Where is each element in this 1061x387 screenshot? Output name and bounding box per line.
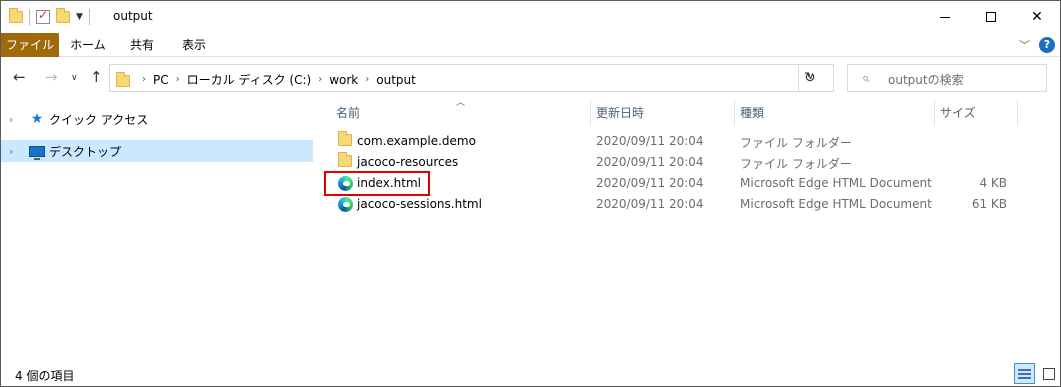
column-divider[interactable] xyxy=(934,100,935,126)
breadcrumb-local-disk[interactable]: ローカル ディスク (C:) xyxy=(184,71,315,88)
breadcrumb-work[interactable]: work xyxy=(326,73,361,87)
file-name: jacoco-resources xyxy=(357,155,459,169)
minimize-button[interactable] xyxy=(922,1,968,33)
column-header-name[interactable]: 名前 xyxy=(336,102,360,124)
refresh-icon[interactable]: ↻ xyxy=(804,70,816,86)
star-icon: ★ xyxy=(30,111,44,127)
explorer-window: ▼ output ✕ ファイル ホーム 共有 表示 ﹀ ? ← → ∨ ↑ › … xyxy=(0,0,1061,387)
navigation-bar: ← → ∨ ↑ › PC › ローカル ディスク (C:) › work › o… xyxy=(1,58,1060,98)
file-row[interactable]: jacoco-sessions.html 2020/09/11 20:04 Mi… xyxy=(323,194,1023,215)
item-count: 4 個の項目 xyxy=(15,369,75,383)
large-icons-view-button[interactable] xyxy=(1038,363,1059,384)
tab-home[interactable]: ホーム xyxy=(63,33,113,57)
breadcrumb-separator-icon[interactable]: › xyxy=(172,74,184,85)
file-size: 61 KB xyxy=(971,197,1007,211)
file-name: jacoco-sessions.html xyxy=(357,197,482,211)
quick-access-toolbar: ▼ xyxy=(9,8,90,26)
close-icon: ✕ xyxy=(1031,9,1043,25)
details-view-button[interactable] xyxy=(1014,363,1035,384)
toolbar-divider xyxy=(29,9,30,25)
navigation-pane: › ★ クイック アクセス › デスクトップ xyxy=(1,98,317,360)
close-button[interactable]: ✕ xyxy=(1014,1,1060,33)
up-arrow-icon[interactable]: ↑ xyxy=(90,68,103,86)
file-date: 2020/09/11 20:04 xyxy=(596,197,704,211)
file-date: 2020/09/11 20:04 xyxy=(596,134,704,148)
breadcrumb-output[interactable]: output xyxy=(373,73,419,87)
search-input[interactable]: outputの検索 xyxy=(888,71,964,88)
edge-icon xyxy=(338,197,353,212)
column-header-date[interactable]: 更新日時 xyxy=(596,102,644,124)
column-divider[interactable] xyxy=(734,100,735,126)
minimize-icon xyxy=(940,16,950,18)
file-row[interactable]: com.example.demo 2020/09/11 20:04 ファイル フ… xyxy=(323,131,1023,152)
tab-file[interactable]: ファイル xyxy=(1,33,59,57)
help-icon[interactable]: ? xyxy=(1039,37,1055,53)
folder-icon xyxy=(338,131,352,146)
customize-toolbar-chevron-icon[interactable]: ▼ xyxy=(76,12,83,22)
file-type: Microsoft Edge HTML Document xyxy=(740,197,932,211)
search-icon: ⌕ xyxy=(862,71,870,86)
tab-share[interactable]: 共有 xyxy=(117,33,167,57)
large-icons-view-icon xyxy=(1042,367,1055,380)
column-header-type[interactable]: 種類 xyxy=(740,102,764,124)
tab-view[interactable]: 表示 xyxy=(169,33,219,57)
file-row[interactable]: jacoco-resources 2020/09/11 20:04 ファイル フ… xyxy=(323,152,1023,173)
details-view-icon xyxy=(1018,376,1031,379)
breadcrumb: › PC › ローカル ディスク (C:) › work › output xyxy=(138,71,419,88)
ribbon-tabs: ファイル ホーム 共有 表示 ﹀ ? xyxy=(1,33,1060,57)
new-folder-icon[interactable] xyxy=(56,8,70,23)
folder-icon xyxy=(9,8,23,23)
status-bar: 4 個の項目 xyxy=(1,363,1060,386)
file-list: ︿ 名前 更新日時 種類 サイズ com.example.demo 2020/0… xyxy=(323,98,1023,360)
search-box[interactable]: ⌕ outputの検索 xyxy=(847,64,1047,92)
breadcrumb-separator-icon[interactable]: › xyxy=(138,74,150,85)
file-date: 2020/09/11 20:04 xyxy=(596,155,704,169)
recent-locations-chevron-icon[interactable]: ∨ xyxy=(71,73,78,83)
forward-arrow-icon[interactable]: → xyxy=(45,68,58,86)
breadcrumb-pc[interactable]: PC xyxy=(150,73,172,87)
nav-item-label: デスクトップ xyxy=(49,144,122,159)
breadcrumb-separator-icon[interactable]: › xyxy=(361,74,373,85)
window-title: output xyxy=(113,9,153,23)
maximize-icon xyxy=(986,12,996,22)
column-divider[interactable] xyxy=(590,100,591,126)
maximize-button[interactable] xyxy=(968,1,1014,33)
properties-icon[interactable] xyxy=(36,8,50,24)
folder-icon xyxy=(338,152,352,167)
column-header-size[interactable]: サイズ xyxy=(940,102,976,124)
desktop-icon xyxy=(29,144,45,160)
folder-icon xyxy=(116,72,130,87)
file-type: ファイル フォルダー xyxy=(740,157,852,171)
expand-chevron-icon[interactable]: › xyxy=(9,113,19,126)
back-arrow-icon[interactable]: ← xyxy=(13,68,26,86)
details-view-icon xyxy=(1018,368,1031,371)
address-bar[interactable]: › PC › ローカル ディスク (C:) › work › output ∨ xyxy=(109,64,834,92)
nav-item-label: クイック アクセス xyxy=(49,112,149,127)
file-size: 4 KB xyxy=(979,176,1007,190)
file-name: com.example.demo xyxy=(357,134,476,148)
file-date: 2020/09/11 20:04 xyxy=(596,176,704,190)
nav-item-desktop[interactable]: › デスクトップ xyxy=(1,140,313,162)
breadcrumb-separator-icon[interactable]: › xyxy=(314,74,326,85)
file-type: ファイル フォルダー xyxy=(740,136,852,150)
toolbar-divider xyxy=(88,9,90,25)
expand-chevron-icon[interactable]: › xyxy=(9,145,19,158)
file-type: Microsoft Edge HTML Document xyxy=(740,176,932,190)
nav-item-quick-access[interactable]: › ★ クイック アクセス xyxy=(1,108,313,130)
highlight-box xyxy=(324,171,430,196)
column-divider[interactable] xyxy=(1017,100,1018,126)
title-bar: ▼ output ✕ xyxy=(1,1,1060,33)
sort-ascending-icon: ︿ xyxy=(456,98,466,108)
expand-ribbon-chevron-icon[interactable]: ﹀ xyxy=(1019,37,1030,53)
details-view-icon xyxy=(1018,372,1031,375)
pane-splitter[interactable] xyxy=(317,98,318,360)
